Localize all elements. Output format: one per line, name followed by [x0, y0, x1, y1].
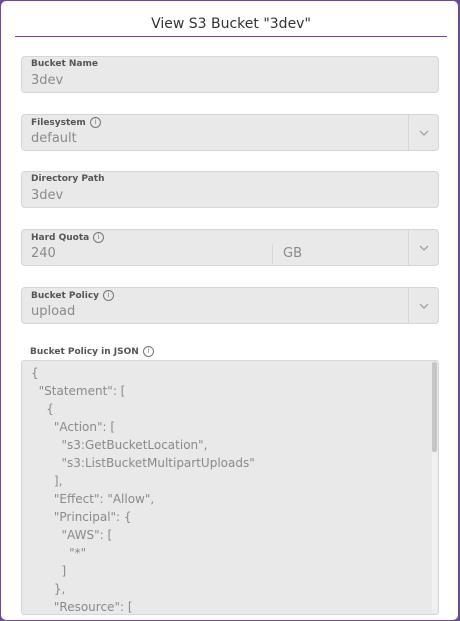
json-line: { [31, 366, 39, 380]
chevron-down-icon[interactable] [408, 288, 438, 323]
filesystem-label: Filesystem i [31, 117, 101, 128]
quota-unit-select[interactable]: GB [283, 246, 302, 261]
json-line: "*" [31, 546, 87, 560]
json-policy-textarea[interactable]: { "Statement": [ { "Action": [ "s3:GetBu… [21, 360, 439, 615]
json-line: { [31, 402, 54, 416]
bucket-policy-select[interactable]: Bucket Policy i upload [21, 287, 439, 324]
directory-path-value: 3dev [31, 188, 64, 203]
chevron-down-icon[interactable] [408, 230, 438, 265]
json-line: "s3:GetBucketLocation", [31, 438, 208, 452]
json-line: "Effect": "Allow", [31, 492, 155, 506]
bucket-policy-value: upload [31, 304, 76, 319]
json-policy-label: Bucket Policy in JSON i [30, 346, 154, 357]
json-line: ], [31, 474, 63, 488]
filesystem-select[interactable]: Filesystem i default [21, 114, 439, 151]
json-line: "Principal": { [31, 510, 132, 524]
chevron-down-icon[interactable] [408, 115, 438, 150]
bucket-policy-label: Bucket Policy i [31, 290, 115, 301]
json-line: "s3:ListBucketMultipartUploads" [31, 456, 255, 470]
json-line: }, [31, 582, 66, 596]
info-icon[interactable]: i [93, 232, 105, 243]
resize-handle-icon[interactable] [432, 608, 437, 613]
unit-divider [272, 244, 273, 264]
json-content: { "Statement": [ { "Action": [ "s3:GetBu… [31, 364, 426, 614]
scrollbar-thumb[interactable] [432, 362, 437, 452]
bucket-name-label: Bucket Name [31, 59, 98, 69]
directory-path-field: Directory Path 3dev [21, 171, 439, 208]
scrollbar[interactable] [432, 362, 437, 613]
bucket-name-field: Bucket Name 3dev [21, 56, 439, 93]
dialog-title: View S3 Bucket "3dev" [15, 16, 447, 37]
json-line: "Action": [ [31, 420, 116, 434]
view-bucket-dialog: View S3 Bucket "3dev" Bucket Name 3dev F… [1, 1, 458, 620]
json-line: "AWS": [ [31, 528, 113, 542]
bucket-name-value: 3dev [31, 73, 64, 88]
filesystem-value: default [31, 131, 77, 146]
json-line: "Resource": [ [31, 600, 133, 614]
hard-quota-label: Hard Quota i [31, 232, 105, 243]
info-icon[interactable]: i [89, 117, 101, 128]
directory-path-label: Directory Path [31, 174, 105, 184]
json-line: ] [31, 564, 67, 578]
info-icon[interactable]: i [103, 290, 115, 301]
json-line: "Statement": [ [31, 384, 126, 398]
hard-quota-field: Hard Quota i 240 GB [21, 229, 439, 266]
info-icon[interactable]: i [142, 346, 154, 357]
hard-quota-value: 240 [31, 246, 56, 261]
